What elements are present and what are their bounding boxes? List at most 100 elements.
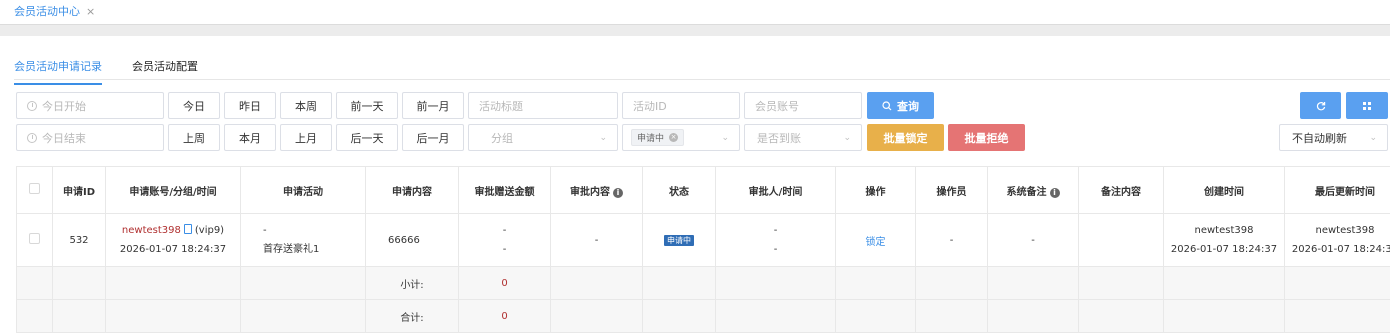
subtotal-label: 小计: — [365, 266, 459, 300]
subtotal-value: 0 — [458, 266, 551, 300]
col-content: 申请内容 — [365, 166, 459, 214]
this-month-button[interactable]: 本月 — [224, 124, 276, 151]
col-remark: 备注内容 — [1078, 166, 1164, 214]
start-date-input[interactable]: 今日开始 — [16, 92, 164, 119]
search-button[interactable]: 查询 — [867, 92, 934, 119]
lock-link[interactable]: 锁定 — [866, 237, 886, 248]
amount-line1: - — [502, 225, 507, 236]
info-icon[interactable]: i — [613, 187, 623, 198]
column-settings-button[interactable] — [1346, 92, 1388, 119]
start-date-placeholder: 今日开始 — [42, 99, 86, 113]
batch-reject-button[interactable]: 批量拒绝 — [948, 124, 1025, 151]
member-account-placeholder: 会员账号 — [755, 99, 799, 113]
col-system-remark-label: 系统备注 — [1006, 186, 1047, 198]
content-cell: 66666 — [365, 213, 459, 267]
arrived-select[interactable]: 是否到账 ⌄ — [744, 124, 862, 151]
yesterday-button[interactable]: 昨日 — [224, 92, 276, 119]
table-row: 532 newtest398 (vip9) 2026-01-07 18:24:37… — [16, 213, 1390, 267]
approver-line2: - — [773, 244, 778, 255]
refresh-button[interactable] — [1300, 92, 1341, 119]
select-all-cell[interactable] — [16, 166, 53, 214]
remark-cell — [1078, 213, 1164, 267]
updated-cell: newtest398 2026-01-07 18:24:37 — [1284, 213, 1390, 267]
batch-lock-button[interactable]: 批量锁定 — [867, 124, 944, 151]
arrived-placeholder: 是否到账 — [757, 131, 801, 145]
activity-cell: - 首存送豪礼1 — [240, 213, 366, 267]
group-select[interactable]: 分组 ⌄ — [468, 124, 618, 151]
top-tab-bar: 会员活动中心 × — [0, 0, 1390, 25]
activity-title-placeholder: 活动标题 — [479, 99, 523, 113]
member-account-input[interactable]: 会员账号 — [744, 92, 862, 119]
total-label: 合计: — [365, 299, 459, 333]
created-by: newtest398 — [1194, 225, 1254, 236]
info-icon[interactable]: i — [1049, 187, 1060, 198]
activity-title-input[interactable]: 活动标题 — [468, 92, 618, 119]
total-value: 0 — [458, 299, 551, 333]
page-tab-label: 会员活动中心 — [14, 5, 80, 18]
col-system-remark: 系统备注 i — [987, 166, 1079, 214]
records-table: 申请ID 申请账号/分组/时间 申请活动 申请内容 审批赠送金额 审批内容 i 状… — [16, 166, 1390, 333]
chevron-down-icon: ⌄ — [721, 132, 729, 143]
system-remark-cell: - — [987, 213, 1079, 267]
apply-time: 2026-01-07 18:24:37 — [119, 244, 227, 255]
col-action: 操作 — [835, 166, 916, 214]
col-account-group-time: 申请账号/分组/时间 — [105, 166, 241, 214]
auto-refresh-select[interactable]: 不自动刷新 ⌄ — [1279, 124, 1388, 151]
row-select-cell[interactable] — [16, 213, 53, 267]
account-cell: newtest398 (vip9) 2026-01-07 18:24:37 — [105, 213, 241, 267]
updated-at: 2026-01-07 18:24:37 — [1291, 244, 1390, 255]
subtotal-row: 小计: 0 — [16, 266, 1390, 300]
col-created-time: 创建时间 — [1163, 166, 1285, 214]
activity-name: 首存送豪礼1 — [263, 244, 320, 255]
chevron-down-icon: ⌄ — [843, 132, 851, 143]
chevron-down-icon: ⌄ — [1369, 132, 1377, 143]
col-approval-content-label: 审批内容 — [570, 186, 610, 198]
activity-id-input[interactable]: 活动ID — [622, 92, 740, 119]
col-updated-time: 最后更新时间 — [1284, 166, 1390, 214]
status-tag[interactable]: 申请中 × — [631, 129, 685, 146]
end-date-input[interactable]: 今日结束 — [16, 124, 164, 151]
close-icon[interactable]: × — [86, 5, 95, 18]
chevron-down-icon: ⌄ — [599, 132, 607, 143]
created-cell: newtest398 2026-01-07 18:24:37 — [1163, 213, 1285, 267]
col-apply-id: 申请ID — [52, 166, 106, 214]
grid-icon — [1363, 101, 1371, 110]
last-month-button[interactable]: 上月 — [280, 124, 332, 151]
search-label: 查询 — [897, 99, 919, 113]
prev-day-button[interactable]: 前一天 — [336, 92, 398, 119]
col-operator: 操作员 — [915, 166, 988, 214]
tab-activity-config[interactable]: 会员活动配置 — [132, 58, 198, 85]
tab-underline-divider — [14, 79, 1390, 80]
refresh-icon — [1316, 101, 1325, 110]
next-day-button[interactable]: 后一天 — [336, 124, 398, 151]
page-tab-member-activity[interactable]: 会员活动中心 × — [14, 3, 95, 19]
col-approval-content: 审批内容 i — [550, 166, 643, 214]
status-tag-label: 申请中 — [637, 134, 665, 144]
next-month-button[interactable]: 后一月 — [402, 124, 464, 151]
approver-cell: - - — [715, 213, 836, 267]
today-button[interactable]: 今日 — [168, 92, 220, 119]
copy-icon[interactable] — [183, 224, 192, 234]
total-row: 合计: 0 — [16, 299, 1390, 333]
approval-content-cell: - — [550, 213, 643, 267]
approver-line1: - — [773, 225, 778, 236]
search-icon — [882, 100, 892, 110]
clock-icon — [27, 100, 37, 111]
activity-id-placeholder: 活动ID — [633, 99, 667, 113]
close-icon[interactable]: × — [669, 133, 679, 142]
end-date-placeholder: 今日结束 — [42, 131, 86, 145]
tab-apply-records[interactable]: 会员活动申请记录 — [14, 58, 102, 85]
col-approver-time: 审批人/时间 — [715, 166, 836, 214]
status-cell: 申请中 — [642, 213, 716, 267]
created-at: 2026-01-07 18:24:37 — [1170, 244, 1278, 255]
select-all-checkbox[interactable] — [29, 183, 40, 194]
activity-line1: - — [263, 225, 267, 236]
row-checkbox[interactable] — [29, 233, 40, 244]
status-select[interactable]: 申请中 × ⌄ — [622, 124, 740, 151]
updated-by: newtest398 — [1315, 225, 1375, 236]
group-placeholder: 分组 — [491, 131, 513, 145]
this-week-button[interactable]: 本周 — [280, 92, 332, 119]
prev-month-button[interactable]: 前一月 — [402, 92, 464, 119]
account-link[interactable]: newtest398 — [122, 225, 181, 236]
last-week-button[interactable]: 上周 — [168, 124, 220, 151]
